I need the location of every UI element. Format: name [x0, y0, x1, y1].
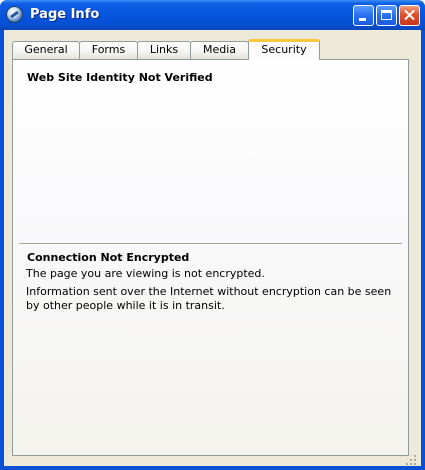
resize-grip-icon[interactable] — [405, 454, 417, 466]
tab-general[interactable]: General — [12, 41, 80, 59]
tab-forms[interactable]: Forms — [79, 41, 138, 59]
tab-strip: General Forms Links Media Security — [12, 39, 412, 60]
minimize-icon — [359, 18, 366, 21]
tab-links[interactable]: Links — [137, 41, 191, 59]
close-icon — [400, 6, 419, 25]
close-button[interactable] — [399, 5, 420, 26]
identity-heading: Web Site Identity Not Verified — [27, 71, 213, 84]
minimize-button[interactable] — [353, 5, 374, 26]
section-divider — [19, 243, 402, 244]
security-panel: Web Site Identity Not Verified Connectio… — [12, 59, 409, 456]
window-title: Page Info — [30, 7, 100, 22]
title-bar[interactable]: Page Info — [0, 0, 425, 30]
page-info-window: Page Info General Forms Links Media Secu… — [0, 0, 425, 470]
dialog-body: General Forms Links Media Security Web S… — [4, 30, 421, 466]
tab-security[interactable]: Security — [248, 39, 320, 60]
connection-explanation-text: Information sent over the Internet witho… — [26, 285, 392, 312]
tab-media[interactable]: Media — [190, 41, 249, 59]
connection-heading: Connection Not Encrypted — [27, 251, 190, 264]
maximize-icon — [381, 10, 392, 20]
maximize-button[interactable] — [376, 5, 397, 26]
network-globe-icon[interactable] — [6, 6, 23, 23]
connection-status-text: The page you are viewing is not encrypte… — [26, 267, 265, 280]
